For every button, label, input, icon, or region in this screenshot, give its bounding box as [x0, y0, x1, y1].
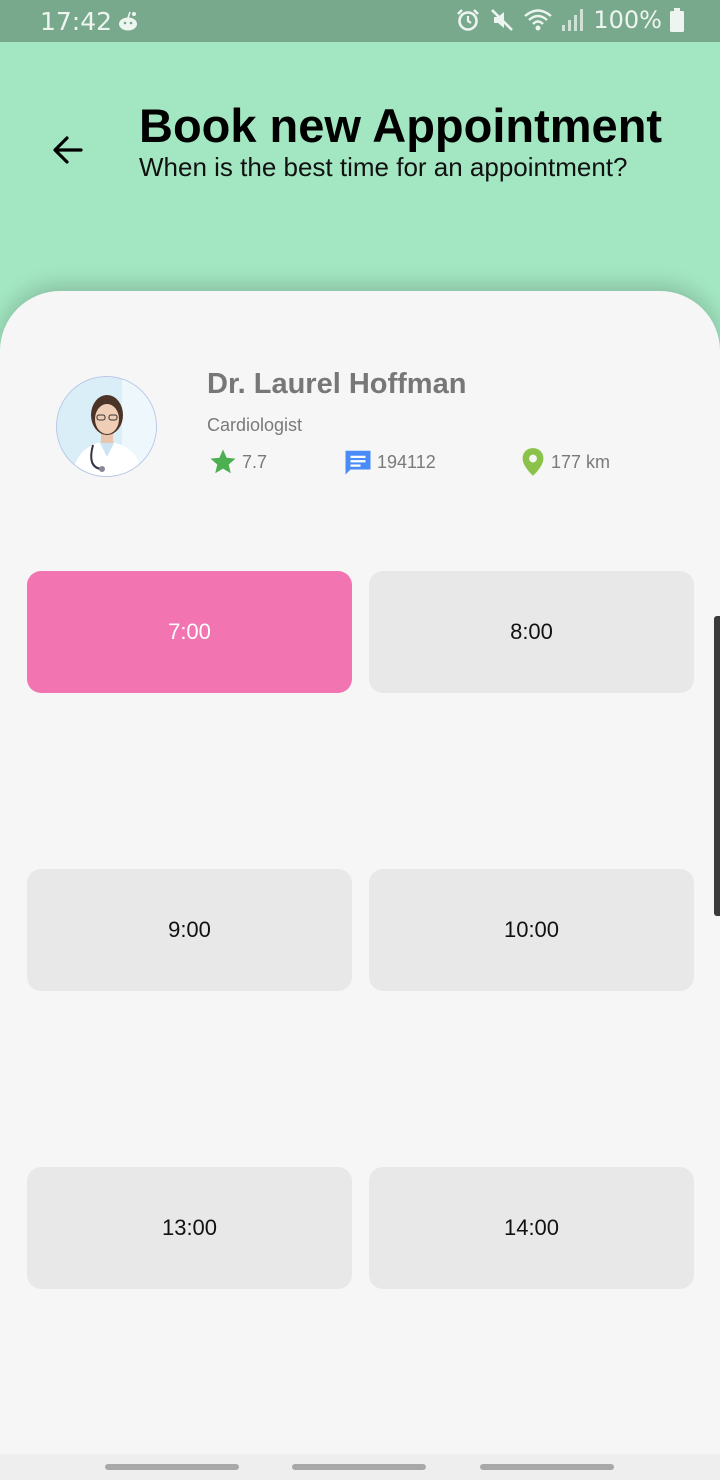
- time-slot[interactable]: 9:00: [27, 869, 352, 991]
- status-time: 17:42: [40, 7, 113, 36]
- home-button[interactable]: [292, 1464, 426, 1470]
- time-slot-label: 9:00: [168, 917, 211, 942]
- status-bar: 17:42 100%: [0, 0, 720, 42]
- time-slot[interactable]: 8:00: [369, 571, 694, 693]
- time-slot-label: 13:00: [161, 1215, 218, 1240]
- time-slot-label: 7:00: [168, 619, 211, 644]
- battery-icon: [670, 8, 684, 32]
- header: Book new Appointment When is the best ti…: [0, 42, 720, 302]
- arrow-left-icon: [48, 136, 88, 174]
- battery-percentage: 100%: [593, 6, 662, 34]
- distance-value: 177 km: [551, 451, 611, 472]
- time-slot-label: 10:00: [503, 917, 560, 942]
- time-slot[interactable]: 14:00: [369, 1167, 694, 1289]
- time-slot-label: 14:00: [503, 1215, 560, 1240]
- doctor-avatar: [56, 376, 157, 477]
- star-icon: [208, 447, 238, 477]
- reddit-icon: [116, 9, 140, 33]
- status-icons: 100%: [455, 6, 684, 34]
- distance-stat: 177 km: [519, 447, 610, 477]
- time-slot[interactable]: 7:00: [27, 571, 352, 693]
- reviews-stat: 194112: [343, 447, 436, 477]
- time-slot-label: 8:00: [510, 619, 553, 644]
- signal-icon: [561, 7, 584, 33]
- reviews-count: 194112: [377, 451, 436, 472]
- recent-apps-button[interactable]: [105, 1464, 239, 1470]
- navigation-bar: [0, 1454, 720, 1480]
- rating-value: 7.7: [242, 451, 268, 472]
- mute-icon: [489, 7, 515, 33]
- rating-stat: 7.7: [208, 447, 267, 477]
- doctor-specialty: Cardiologist: [207, 415, 303, 435]
- message-icon: [343, 447, 373, 477]
- doctor-name: Dr. Laurel Hoffman: [207, 368, 467, 400]
- back-nav-button[interactable]: [480, 1464, 614, 1470]
- scrollbar[interactable]: [714, 616, 720, 916]
- time-slot[interactable]: 10:00: [369, 869, 694, 991]
- back-button[interactable]: [48, 130, 88, 170]
- time-slot[interactable]: 13:00: [27, 1167, 352, 1289]
- page-subtitle: When is the best time for an appointment…: [139, 152, 628, 182]
- alarm-icon: [455, 7, 481, 33]
- wifi-icon: [523, 7, 553, 33]
- location-pin-icon: [519, 447, 547, 477]
- page-title: Book new Appointment: [139, 99, 663, 152]
